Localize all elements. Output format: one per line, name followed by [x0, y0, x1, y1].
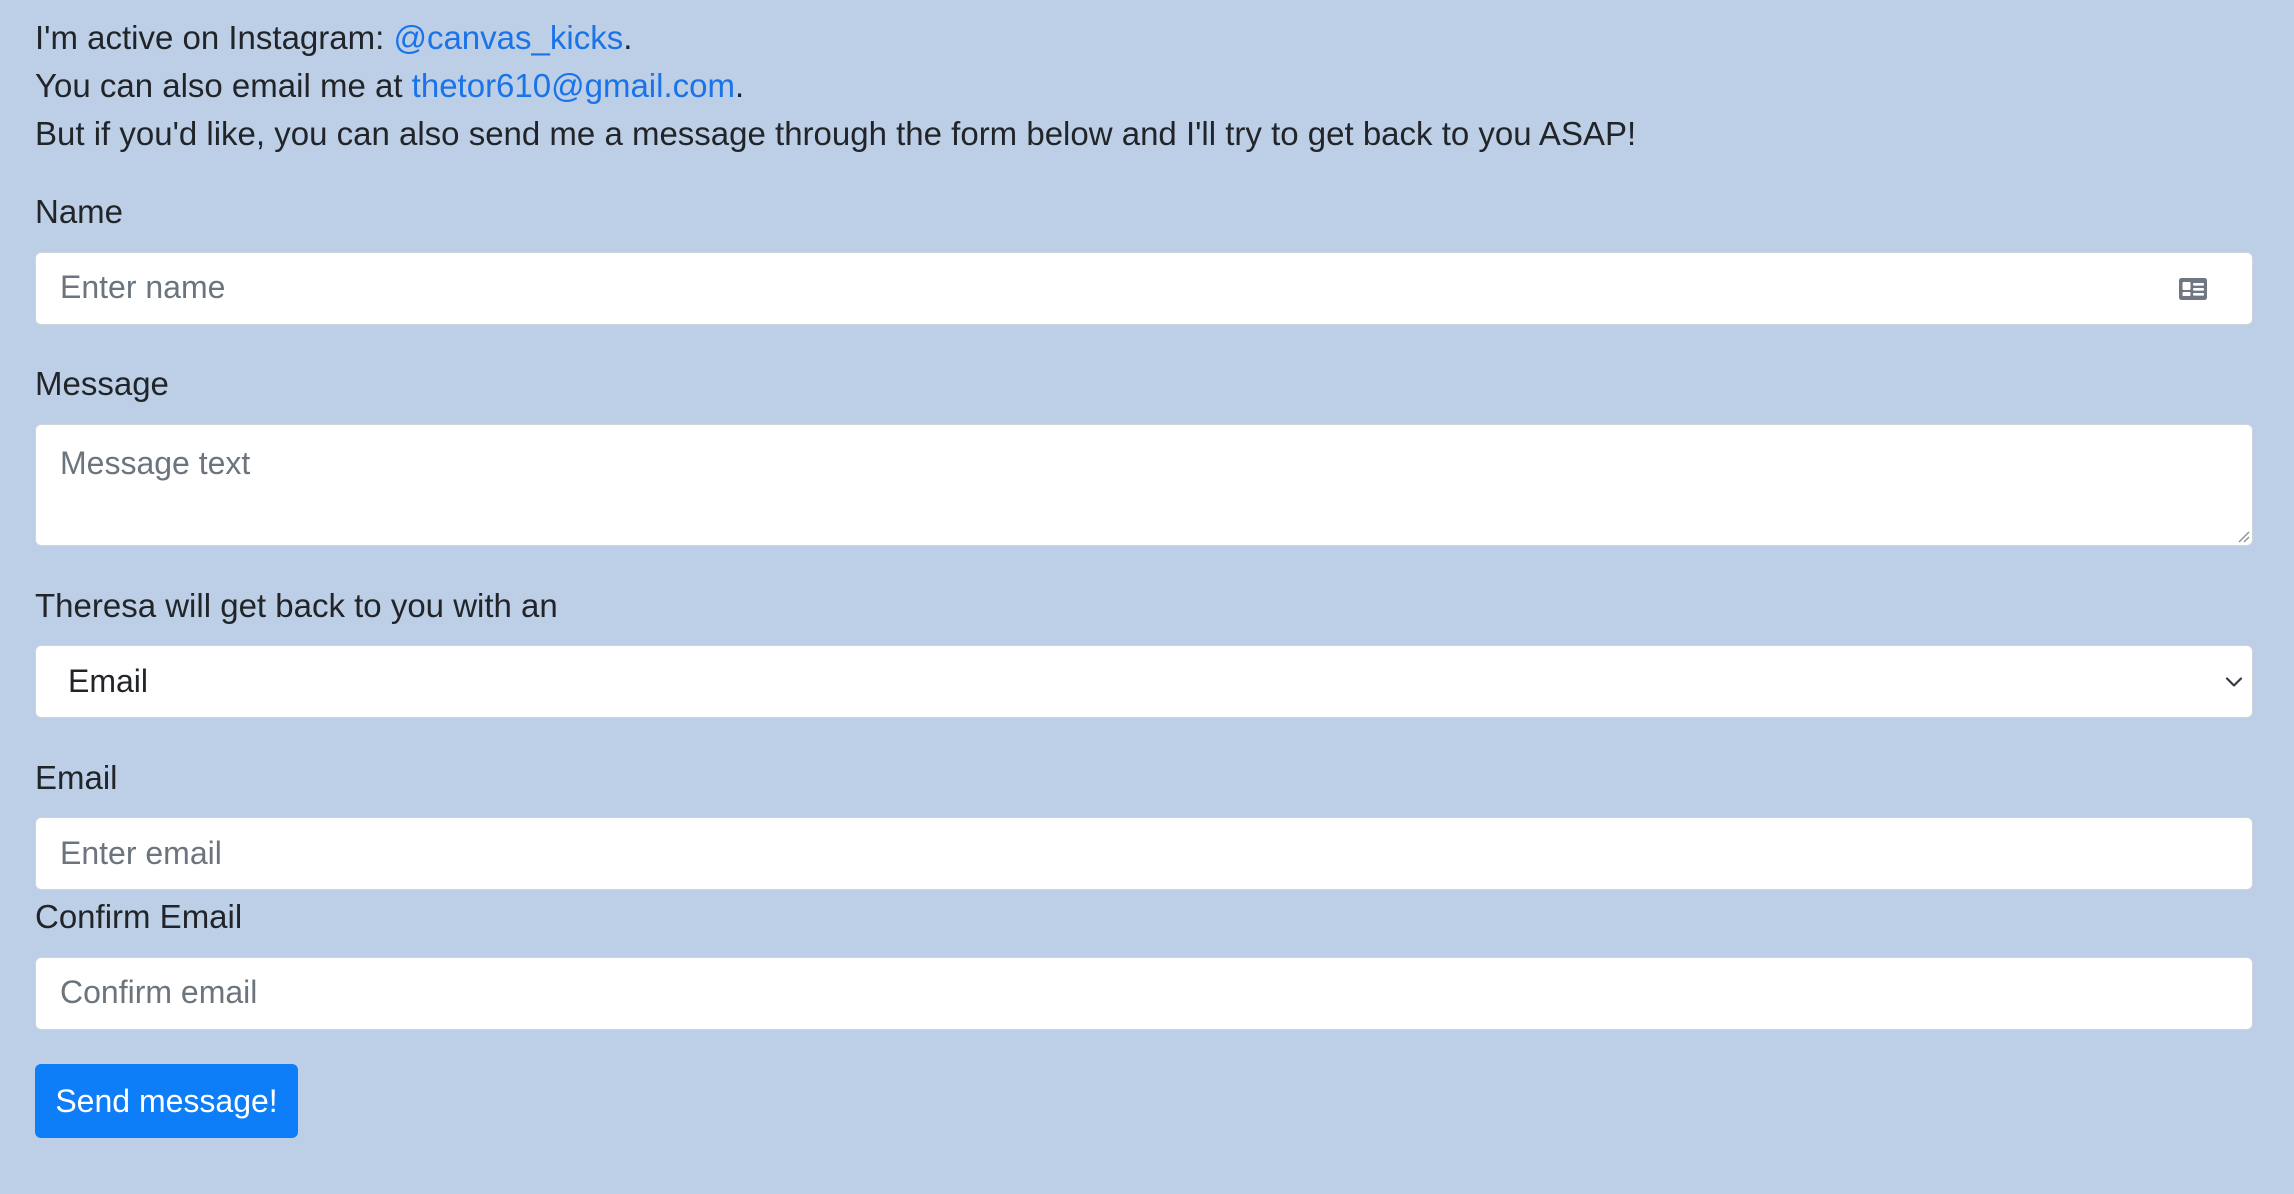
chevron-down-icon	[2225, 677, 2243, 687]
message-placeholder: Message text	[60, 445, 251, 481]
name-label: Name	[35, 193, 124, 230]
confirm-email-input[interactable]: Confirm email	[35, 957, 2253, 1030]
message-label: Message	[35, 365, 169, 402]
send-message-button[interactable]: Send message!	[35, 1064, 298, 1138]
instagram-suffix: .	[623, 19, 633, 56]
confirm-email-placeholder: Confirm email	[60, 974, 258, 1010]
instagram-line: I'm active on Instagram: @canvas_kicks.	[35, 14, 632, 62]
message-textarea[interactable]: Message text	[35, 424, 2253, 546]
email-line: You can also email me at thetor610@gmail…	[35, 62, 744, 110]
email-input[interactable]: Enter email	[35, 817, 2253, 890]
id-card-icon	[2179, 278, 2207, 300]
confirm-email-label: Confirm Email	[35, 898, 243, 935]
instagram-prefix: I'm active on Instagram:	[35, 19, 394, 56]
resize-grip-icon[interactable]	[2236, 529, 2250, 543]
form-note: But if you'd like, you can also send me …	[35, 115, 1637, 152]
email-suffix: .	[735, 67, 745, 104]
name-placeholder: Enter name	[60, 269, 226, 305]
email-prefix: You can also email me at	[35, 67, 412, 104]
reply-method-selected: Email	[68, 663, 149, 699]
reply-method-label: Theresa will get back to you with an	[35, 587, 558, 624]
email-placeholder: Enter email	[60, 835, 222, 871]
reply-method-select[interactable]: Email	[35, 645, 2253, 718]
name-input[interactable]: Enter name	[35, 252, 2253, 325]
email-label: Email	[35, 759, 118, 796]
email-link[interactable]: thetor610@gmail.com	[412, 67, 735, 104]
instagram-link[interactable]: @canvas_kicks	[393, 19, 623, 56]
